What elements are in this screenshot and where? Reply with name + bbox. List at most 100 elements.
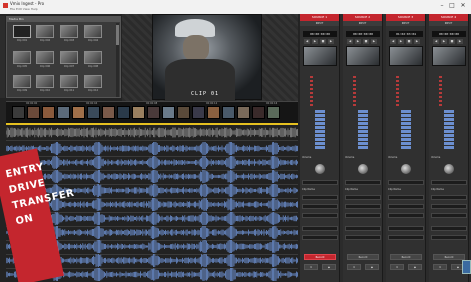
channel-field-5[interactable] <box>302 235 338 240</box>
close-button[interactable]: ✕ <box>459 2 467 10</box>
loop-button[interactable]: ⟲ <box>390 264 404 270</box>
channel-field-2[interactable] <box>345 204 381 209</box>
filmstrip-frame[interactable] <box>87 106 100 119</box>
play-button[interactable]: ▶ <box>312 39 318 44</box>
rewind-button[interactable]: ◀ <box>390 39 396 44</box>
channel-field-5[interactable] <box>431 235 467 240</box>
overview-waveform[interactable] <box>6 126 298 139</box>
video-preview[interactable]: CLIP 01 <box>152 14 262 101</box>
channel-field-2[interactable] <box>302 204 338 209</box>
stop-button[interactable]: ■ <box>406 39 412 44</box>
channel-field-4[interactable] <box>388 226 424 231</box>
clip-name-field[interactable] <box>302 195 338 200</box>
channel-field-5[interactable] <box>388 235 424 240</box>
stop-button[interactable]: ■ <box>363 39 369 44</box>
channel-preview[interactable] <box>432 46 466 66</box>
filmstrip-frame[interactable] <box>237 106 250 119</box>
media-thumbnail[interactable] <box>36 51 54 64</box>
timeline-playhead-bar[interactable] <box>6 123 298 125</box>
channel-field-3[interactable] <box>388 213 424 218</box>
filmstrip-frame[interactable] <box>177 106 190 119</box>
filmstrip-frame[interactable] <box>132 106 145 119</box>
media-thumbnail[interactable] <box>84 75 102 88</box>
channel-title[interactable]: SOURCE 1 <box>300 14 339 21</box>
clip-name-field[interactable] <box>388 195 424 200</box>
filmstrip-frame[interactable] <box>267 106 280 119</box>
audio-track[interactable] <box>6 156 298 169</box>
play-button[interactable]: ▶ <box>441 39 447 44</box>
channel-preview[interactable] <box>303 46 337 66</box>
channel-field[interactable] <box>431 180 467 185</box>
audio-track[interactable] <box>6 142 298 155</box>
channel-field-5[interactable] <box>345 235 381 240</box>
loop-button[interactable]: ⟲ <box>433 264 447 270</box>
media-thumbnail[interactable] <box>36 75 54 88</box>
filmstrip-frame[interactable] <box>117 106 130 119</box>
record-button[interactable]: Record <box>390 254 422 260</box>
volume-knob[interactable] <box>444 164 454 174</box>
play-button[interactable]: ▶ <box>355 39 361 44</box>
forward-button[interactable]: ▶ <box>371 39 377 44</box>
forward-button[interactable]: ▶ <box>414 39 420 44</box>
marker-button[interactable]: ◆ <box>408 264 422 270</box>
record-button[interactable]: Record <box>347 254 379 260</box>
channel-title[interactable]: SOURCE 4 <box>429 14 468 21</box>
channel-preview[interactable] <box>346 46 380 66</box>
channel-title[interactable]: SOURCE 2 <box>343 14 382 21</box>
filmstrip-frame[interactable] <box>72 106 85 119</box>
channel-field-4[interactable] <box>345 226 381 231</box>
media-thumbnail[interactable] <box>60 25 78 38</box>
media-thumbnail[interactable] <box>13 25 31 38</box>
channel-preview[interactable] <box>389 46 423 66</box>
volume-knob[interactable] <box>401 164 411 174</box>
menu-bar[interactable]: File Edit View Help <box>10 7 38 11</box>
clip-name-field[interactable] <box>345 195 381 200</box>
forward-button[interactable]: ▶ <box>457 39 463 44</box>
filmstrip[interactable]: 00:00:00 00:00:04 00:00:08 00:00:12 00:00:16 <box>6 101 298 123</box>
channel-field[interactable] <box>345 180 381 185</box>
channel-field-3[interactable] <box>345 213 381 218</box>
channel-field[interactable] <box>302 180 338 185</box>
channel-field[interactable] <box>388 180 424 185</box>
filmstrip-frame[interactable] <box>102 106 115 119</box>
play-button[interactable]: ▶ <box>398 39 404 44</box>
maximize-button[interactable]: □ <box>448 2 456 10</box>
channel-title[interactable]: SOURCE 3 <box>386 14 425 21</box>
channel-field-2[interactable] <box>431 204 467 209</box>
stop-button[interactable]: ■ <box>449 39 455 44</box>
channel-field-3[interactable] <box>431 213 467 218</box>
filmstrip-frame[interactable] <box>12 106 25 119</box>
minimize-button[interactable]: – <box>438 2 446 10</box>
clip-name-field[interactable] <box>431 195 467 200</box>
filmstrip-frame[interactable] <box>42 106 55 119</box>
loop-button[interactable]: ⟲ <box>347 264 361 270</box>
filmstrip-frame[interactable] <box>147 106 160 119</box>
stop-button[interactable]: ■ <box>320 39 326 44</box>
filmstrip-frame[interactable] <box>207 106 220 119</box>
filmstrip-frame[interactable] <box>192 106 205 119</box>
media-browser-scrollbar[interactable] <box>116 23 119 97</box>
volume-knob[interactable] <box>315 164 325 174</box>
media-thumbnail[interactable] <box>84 51 102 64</box>
media-thumbnail[interactable] <box>36 25 54 38</box>
rewind-button[interactable]: ◀ <box>304 39 310 44</box>
scrollbar-thumb[interactable] <box>116 25 119 45</box>
channel-field-2[interactable] <box>388 204 424 209</box>
rewind-button[interactable]: ◀ <box>433 39 439 44</box>
filmstrip-frame[interactable] <box>222 106 235 119</box>
filmstrip-frame[interactable] <box>162 106 175 119</box>
record-button[interactable]: Record <box>304 254 336 260</box>
channel-field-4[interactable] <box>302 226 338 231</box>
media-thumbnail[interactable] <box>13 51 31 64</box>
channel-field-4[interactable] <box>431 226 467 231</box>
filmstrip-frame[interactable] <box>27 106 40 119</box>
rewind-button[interactable]: ◀ <box>347 39 353 44</box>
volume-knob[interactable] <box>358 164 368 174</box>
media-thumbnail[interactable] <box>60 51 78 64</box>
forward-button[interactable]: ▶ <box>328 39 334 44</box>
filmstrip-frame[interactable] <box>252 106 265 119</box>
media-thumbnail[interactable] <box>60 75 78 88</box>
media-thumbnail[interactable] <box>84 25 102 38</box>
record-button[interactable]: Record <box>433 254 465 260</box>
filmstrip-frame[interactable] <box>57 106 70 119</box>
